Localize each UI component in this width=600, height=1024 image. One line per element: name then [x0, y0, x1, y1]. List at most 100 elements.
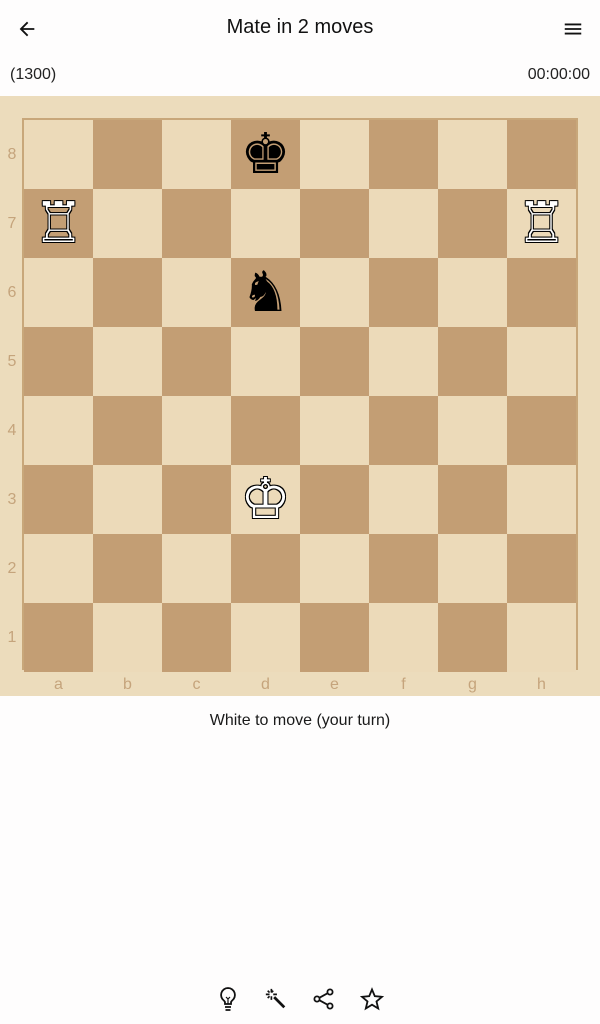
- square-e8[interactable]: [300, 120, 369, 189]
- square-c6[interactable]: [162, 258, 231, 327]
- square-d2[interactable]: [231, 534, 300, 603]
- timer: 00:00:00: [527, 66, 590, 83]
- square-f3[interactable]: [369, 465, 438, 534]
- hamburger-menu-icon: [564, 23, 582, 35]
- black-king-icon[interactable]: ♚: [240, 126, 290, 183]
- square-a4[interactable]: [24, 396, 93, 465]
- puzzle-rating: (1300): [10, 66, 57, 83]
- square-d6[interactable]: ♞: [231, 258, 300, 327]
- file-label: a: [54, 676, 63, 693]
- square-g4[interactable]: [438, 396, 507, 465]
- solve-button[interactable]: [264, 984, 288, 1014]
- white-rook-icon[interactable]: ♖: [33, 195, 83, 252]
- square-f7[interactable]: [369, 189, 438, 258]
- white-rook-icon[interactable]: ♖: [516, 195, 566, 252]
- file-label: h: [537, 676, 546, 693]
- square-h3[interactable]: [507, 465, 576, 534]
- page-title: Mate in 2 moves: [226, 16, 374, 38]
- square-a3[interactable]: [24, 465, 93, 534]
- square-b6[interactable]: [93, 258, 162, 327]
- turn-status: White to move (your turn): [209, 712, 391, 729]
- square-g1[interactable]: [438, 603, 507, 672]
- square-b1[interactable]: [93, 603, 162, 672]
- square-b4[interactable]: [93, 396, 162, 465]
- share-icon: [313, 988, 334, 1010]
- rank-label: 6: [7, 284, 17, 301]
- square-c1[interactable]: [162, 603, 231, 672]
- rank-label: 5: [7, 353, 17, 370]
- square-g8[interactable]: [438, 120, 507, 189]
- square-c8[interactable]: [162, 120, 231, 189]
- square-b5[interactable]: [93, 327, 162, 396]
- square-d1[interactable]: [231, 603, 300, 672]
- rank-label: 3: [7, 491, 17, 508]
- square-c7[interactable]: [162, 189, 231, 258]
- magic-wand-icon: [265, 988, 286, 1009]
- square-d8[interactable]: ♚: [231, 120, 300, 189]
- square-b8[interactable]: [93, 120, 162, 189]
- square-b2[interactable]: [93, 534, 162, 603]
- square-a6[interactable]: [24, 258, 93, 327]
- square-a1[interactable]: [24, 603, 93, 672]
- rank-label: 2: [7, 560, 17, 577]
- square-b7[interactable]: [93, 189, 162, 258]
- file-label: d: [261, 676, 270, 693]
- square-g7[interactable]: [438, 189, 507, 258]
- square-e7[interactable]: [300, 189, 369, 258]
- square-h8[interactable]: [507, 120, 576, 189]
- square-g6[interactable]: [438, 258, 507, 327]
- square-e6[interactable]: [300, 258, 369, 327]
- square-e5[interactable]: [300, 327, 369, 396]
- square-h7[interactable]: ♖: [507, 189, 576, 258]
- square-e3[interactable]: [300, 465, 369, 534]
- square-g2[interactable]: [438, 534, 507, 603]
- square-f5[interactable]: [369, 327, 438, 396]
- square-a8[interactable]: [24, 120, 93, 189]
- square-f2[interactable]: [369, 534, 438, 603]
- white-king-icon[interactable]: ♔: [240, 471, 290, 528]
- square-c2[interactable]: [162, 534, 231, 603]
- square-d7[interactable]: [231, 189, 300, 258]
- square-c3[interactable]: [162, 465, 231, 534]
- square-c5[interactable]: [162, 327, 231, 396]
- hint-button[interactable]: [216, 984, 240, 1014]
- menu-button[interactable]: [558, 14, 588, 44]
- square-f1[interactable]: [369, 603, 438, 672]
- square-c4[interactable]: [162, 396, 231, 465]
- square-e2[interactable]: [300, 534, 369, 603]
- rank-label: 7: [7, 215, 17, 232]
- rank-label: 1: [7, 629, 17, 646]
- file-label: c: [192, 676, 201, 693]
- favorite-button[interactable]: [360, 984, 384, 1014]
- square-f8[interactable]: [369, 120, 438, 189]
- chess-board[interactable]: ♚ ♖ ♖ ♞ ♔: [22, 118, 578, 672]
- rank-label: 4: [7, 422, 17, 439]
- black-knight-icon[interactable]: ♞: [240, 264, 290, 321]
- square-e4[interactable]: [300, 396, 369, 465]
- app-bar: Mate in 2 moves: [0, 0, 600, 56]
- info-row: (1300) 00:00:00: [0, 64, 600, 88]
- square-g5[interactable]: [438, 327, 507, 396]
- square-f4[interactable]: [369, 396, 438, 465]
- file-label: g: [468, 676, 477, 693]
- board-frame: ♚ ♖ ♖ ♞ ♔ 8 7 6 5 4 3 2 1 a b c d e f g h: [0, 96, 600, 696]
- square-e1[interactable]: [300, 603, 369, 672]
- rank-label: 8: [7, 146, 17, 163]
- square-a7[interactable]: ♖: [24, 189, 93, 258]
- square-f6[interactable]: [369, 258, 438, 327]
- square-h1[interactable]: [507, 603, 576, 672]
- square-b3[interactable]: [93, 465, 162, 534]
- square-h5[interactable]: [507, 327, 576, 396]
- square-h2[interactable]: [507, 534, 576, 603]
- share-button[interactable]: [312, 984, 336, 1014]
- bottom-toolbar: [0, 984, 600, 1016]
- square-g3[interactable]: [438, 465, 507, 534]
- square-h6[interactable]: [507, 258, 576, 327]
- square-d5[interactable]: [231, 327, 300, 396]
- square-d3[interactable]: ♔: [231, 465, 300, 534]
- square-a5[interactable]: [24, 327, 93, 396]
- square-a2[interactable]: [24, 534, 93, 603]
- lightbulb-icon: [220, 987, 236, 1011]
- square-h4[interactable]: [507, 396, 576, 465]
- square-d4[interactable]: [231, 396, 300, 465]
